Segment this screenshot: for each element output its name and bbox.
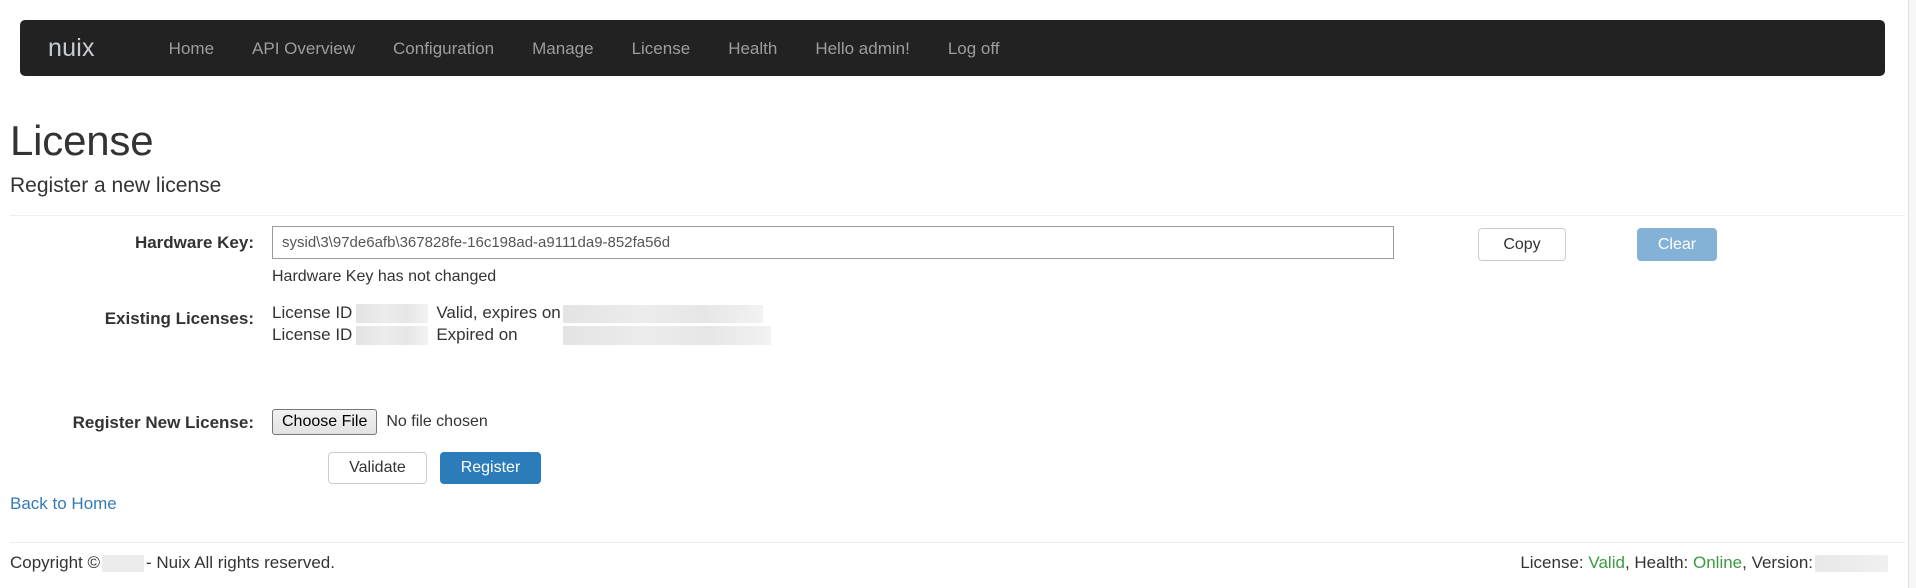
hardware-key-input[interactable] bbox=[272, 226, 1394, 259]
nav-item-health[interactable]: Health bbox=[709, 40, 796, 57]
choose-file-button[interactable]: Choose File bbox=[272, 409, 378, 435]
nav-item-configuration[interactable]: Configuration bbox=[374, 40, 513, 57]
status-health-label: , Health: bbox=[1624, 553, 1689, 572]
license-expiry-value bbox=[561, 302, 771, 324]
license-expiry-value bbox=[561, 324, 771, 346]
page-subtitle: Register a new license bbox=[10, 174, 222, 197]
top-navbar: nuix Home API Overview Configuration Man… bbox=[20, 20, 1885, 76]
heading-divider bbox=[10, 215, 1905, 216]
existing-licenses-label: Existing Licenses: bbox=[104, 309, 254, 328]
table-row: License ID Expired on bbox=[272, 324, 771, 346]
existing-licenses-table: License ID Valid, expires on License ID … bbox=[272, 302, 771, 346]
page-title: License bbox=[10, 117, 154, 164]
status-version-label: , Version: bbox=[1742, 553, 1813, 572]
nav-item-home[interactable]: Home bbox=[150, 40, 233, 57]
nav-item-log-off[interactable]: Log off bbox=[929, 40, 1019, 57]
status-license-label: License: bbox=[1520, 553, 1584, 572]
license-id-value bbox=[356, 302, 429, 324]
back-to-home-link[interactable]: Back to Home bbox=[10, 493, 117, 514]
redacted-expiry-date bbox=[562, 326, 771, 346]
status-badge-license: Valid bbox=[1588, 553, 1625, 572]
register-new-license-label: Register New License: bbox=[72, 413, 254, 432]
existing-licenses-field: License ID Valid, expires on License ID … bbox=[272, 302, 771, 346]
brand-logo[interactable]: nuix bbox=[30, 35, 113, 61]
hardware-key-label: Hardware Key: bbox=[134, 233, 254, 252]
footer-divider bbox=[10, 542, 1905, 543]
register-new-license-row: Register New License: Choose File No fil… bbox=[10, 406, 488, 435]
redacted-year bbox=[102, 555, 145, 573]
hardware-key-row: Hardware Key: Hardware Key has not chang… bbox=[10, 226, 1394, 287]
footer-copyright: Copyright © - Nuix All rights reserved. bbox=[10, 552, 335, 573]
status-badge-health: Online bbox=[1692, 553, 1743, 572]
chosen-file-name: No file chosen bbox=[386, 413, 488, 430]
nav-item-hello-admin[interactable]: Hello admin! bbox=[796, 40, 929, 57]
validate-button[interactable]: Validate bbox=[328, 452, 427, 484]
existing-licenses-row: Existing Licenses: License ID Valid, exp… bbox=[10, 302, 771, 346]
clear-button[interactable]: Clear bbox=[1637, 228, 1717, 261]
copyright-suffix: - Nuix All rights reserved. bbox=[146, 553, 335, 572]
hardware-key-field: Hardware Key has not changed bbox=[272, 226, 1394, 287]
redacted-license-id bbox=[356, 326, 429, 346]
license-id-label: License ID bbox=[272, 303, 353, 322]
register-button[interactable]: Register bbox=[440, 452, 541, 484]
redacted-expiry-date bbox=[562, 304, 763, 323]
redacted-version bbox=[1815, 555, 1888, 573]
copyright-prefix: Copyright © bbox=[10, 553, 101, 572]
nav-item-license[interactable]: License bbox=[613, 40, 710, 57]
file-input[interactable]: Choose File No file chosen bbox=[272, 406, 488, 435]
page-heading: License Register a new license bbox=[10, 118, 1890, 199]
vertical-scrollbar[interactable] bbox=[1908, 0, 1916, 588]
hardware-key-note: Hardware Key has not changed bbox=[272, 268, 497, 285]
nav-item-api-overview[interactable]: API Overview bbox=[233, 40, 374, 57]
table-row: License ID Valid, expires on bbox=[272, 302, 771, 324]
license-status-text: Valid, expires on bbox=[436, 303, 561, 322]
footer-status: License: Valid, Health: Online, Version: bbox=[1520, 552, 1888, 573]
license-id-label: License ID bbox=[272, 325, 353, 345]
register-new-license-field: Choose File No file chosen bbox=[272, 406, 488, 435]
copy-button[interactable]: Copy bbox=[1478, 228, 1566, 261]
license-page: nuix Home API Overview Configuration Man… bbox=[0, 0, 1916, 588]
license-status-text: Expired on bbox=[436, 325, 518, 345]
redacted-license-id bbox=[356, 304, 429, 324]
nav-item-manage[interactable]: Manage bbox=[513, 40, 612, 57]
license-id-value bbox=[356, 324, 429, 346]
nav-links: Home API Overview Configuration Manage L… bbox=[150, 40, 1019, 57]
